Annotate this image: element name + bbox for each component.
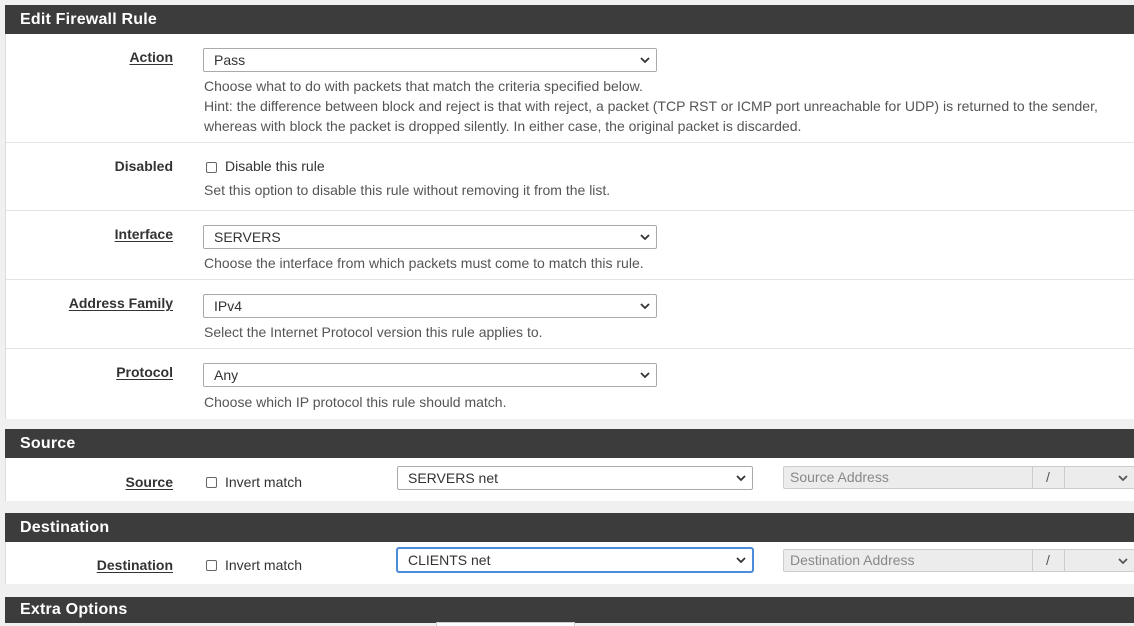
destination-invert-label[interactable]: Invert match <box>225 557 302 573</box>
source-row: Source Invert match SERVERS net Source A… <box>6 458 1134 501</box>
action-select[interactable]: Pass <box>203 48 657 72</box>
disabled-row: Disabled Disable this rule Set this opti… <box>6 143 1134 211</box>
source-type-value: SERVERS net <box>408 470 499 486</box>
divider <box>1032 467 1033 488</box>
chevron-down-icon <box>736 475 746 482</box>
source-address-input[interactable]: Source Address <box>790 469 889 485</box>
source-invert-label[interactable]: Invert match <box>225 474 302 490</box>
destination-address-group: Destination Address / <box>783 549 1134 572</box>
chevron-down-icon[interactable] <box>1118 556 1128 566</box>
address-family-help: Select the Internet Protocol version thi… <box>204 324 543 340</box>
divider <box>1064 550 1065 571</box>
source-body: Source Invert match SERVERS net Source A… <box>5 458 1134 501</box>
action-help-2: Hint: the difference between block and r… <box>204 98 1098 114</box>
source-panel: Source Source Invert match SERVERS net S… <box>5 429 1134 501</box>
source-address-group: Source Address / <box>783 466 1134 489</box>
destination-panel: Destination Destination Invert match CLI… <box>5 513 1134 584</box>
panel-title-source: Source <box>5 429 1134 458</box>
action-help-1: Choose what to do with packets that matc… <box>204 78 643 94</box>
address-family-label: Address Family <box>68 295 173 311</box>
interface-label: Interface <box>114 226 173 242</box>
disable-rule-checkbox-label[interactable]: Disable this rule <box>225 158 325 174</box>
protocol-row: Protocol Any Choose which IP protocol th… <box>6 349 1134 419</box>
interface-select-value: SERVERS <box>214 229 281 245</box>
interface-row: Interface SERVERS Choose the interface f… <box>6 211 1134 280</box>
address-family-select-value: IPv4 <box>214 298 243 314</box>
destination-address-input[interactable]: Destination Address <box>790 552 915 568</box>
extra-options-control-edge <box>436 622 575 626</box>
chevron-down-icon <box>640 372 650 379</box>
panel-title-destination: Destination <box>5 513 1134 542</box>
disabled-help: Set this option to disable this rule wit… <box>204 182 611 198</box>
protocol-select-value: Any <box>214 367 239 383</box>
action-select-value: Pass <box>214 52 246 68</box>
edit-rule-body: Action Pass Choose what to do with packe… <box>5 34 1134 419</box>
chevron-down-icon <box>640 57 650 64</box>
divider <box>1064 467 1065 488</box>
source-invert-checkbox[interactable] <box>206 477 217 488</box>
cidr-slash: / <box>1046 469 1050 485</box>
chevron-down-icon[interactable] <box>1118 473 1128 483</box>
action-row: Action Pass Choose what to do with packe… <box>6 34 1134 143</box>
destination-type-select[interactable]: CLIENTS net <box>397 548 753 572</box>
destination-type-value: CLIENTS net <box>408 552 491 568</box>
destination-invert-checkbox[interactable] <box>206 560 217 571</box>
source-type-select[interactable]: SERVERS net <box>397 466 753 490</box>
interface-select[interactable]: SERVERS <box>203 225 657 249</box>
protocol-help: Choose which IP protocol this rule shoul… <box>204 394 507 410</box>
disable-rule-checkbox[interactable] <box>206 162 217 173</box>
interface-help: Choose the interface from which packets … <box>204 255 644 271</box>
panel-title-extra-options: Extra Options <box>5 597 1134 623</box>
protocol-label: Protocol <box>116 364 173 380</box>
chevron-down-icon <box>640 234 650 241</box>
chevron-down-icon <box>736 557 746 564</box>
edit-firewall-rule-panel: Edit Firewall Rule Action Pass Choose wh… <box>5 5 1134 419</box>
address-family-select[interactable]: IPv4 <box>203 294 657 318</box>
chevron-down-icon <box>640 303 650 310</box>
extra-options-panel: Extra Options <box>5 597 1134 626</box>
destination-row: Destination Invert match CLIENTS net Des… <box>6 542 1134 584</box>
action-label: Action <box>129 49 173 65</box>
address-family-row: Address Family IPv4 Select the Internet … <box>6 280 1134 349</box>
destination-body: Destination Invert match CLIENTS net Des… <box>5 542 1134 584</box>
disabled-label: Disabled <box>114 158 173 174</box>
destination-label: Destination <box>96 557 173 573</box>
cidr-slash: / <box>1046 552 1050 568</box>
source-label: Source <box>125 474 173 490</box>
panel-title-edit-firewall-rule: Edit Firewall Rule <box>5 5 1134 34</box>
divider <box>1032 550 1033 571</box>
protocol-select[interactable]: Any <box>203 363 657 387</box>
action-help-3: whereas with block the packet is dropped… <box>204 118 802 134</box>
